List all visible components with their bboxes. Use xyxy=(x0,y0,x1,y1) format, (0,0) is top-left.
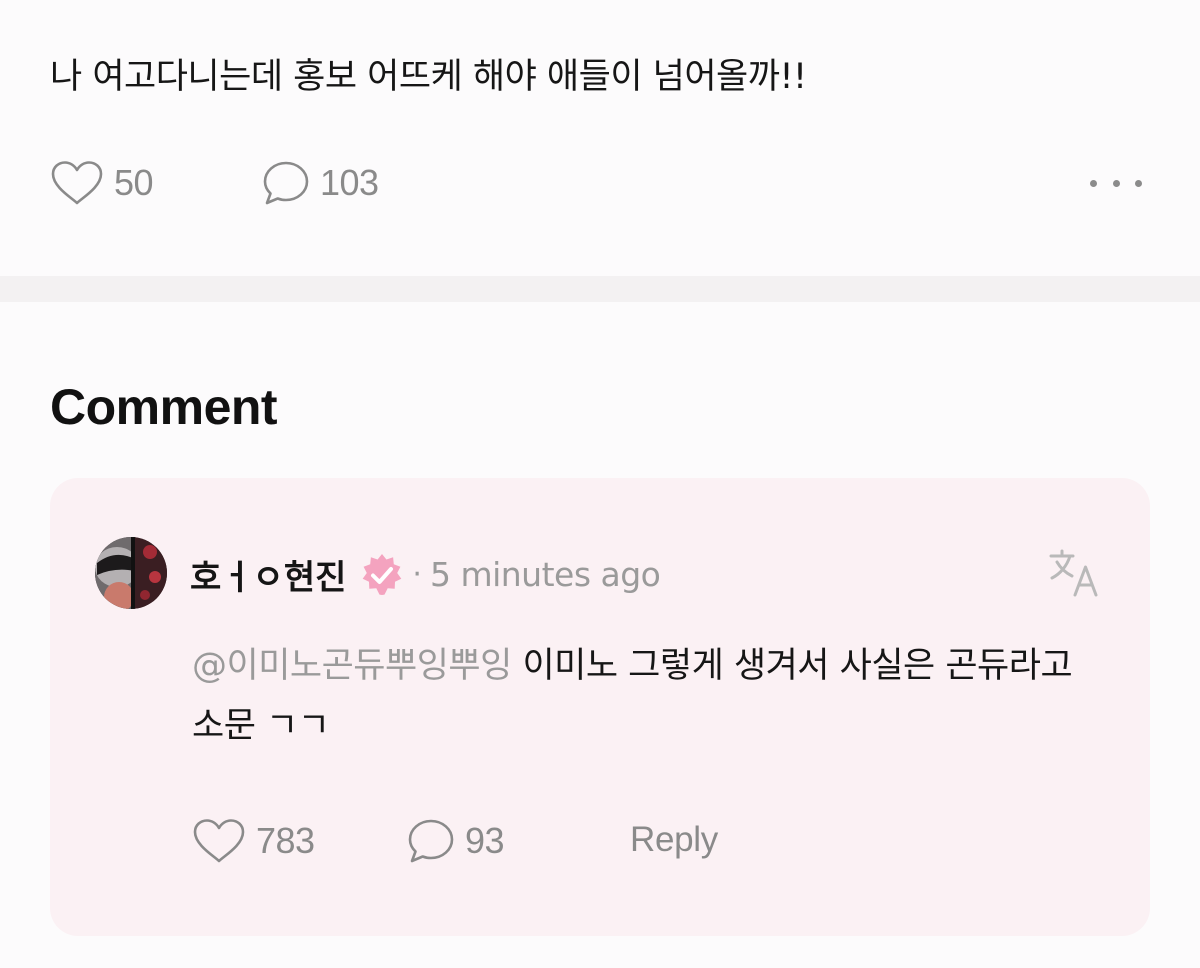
speech-bubble-icon xyxy=(263,161,309,205)
heart-icon xyxy=(51,161,103,205)
translate-button[interactable] xyxy=(1048,548,1102,600)
comment-author-name[interactable]: 호ㅓㅇ현진 xyxy=(190,550,346,599)
comment-actions: 783 93 Reply xyxy=(192,818,892,868)
translate-icon xyxy=(1049,549,1098,597)
post-text: 나 여고다니는데 홍보 어뜨케 해야 애들이 넘어올까!! xyxy=(50,57,807,97)
comment-reply-count: 93 xyxy=(465,820,505,861)
post-comment-button[interactable]: 103 xyxy=(262,160,379,206)
comment-timestamp: 5 minutes ago xyxy=(429,555,661,594)
section-divider xyxy=(0,276,1200,302)
reply-button[interactable]: Reply xyxy=(630,820,718,860)
post-comment-count: 103 xyxy=(320,162,379,203)
comment-body: @이미노곤듀뿌잉뿌잉 이미노 그렇게 생겨서 사실은 곤듀라고 소문 ㄱㄱ xyxy=(192,636,1112,756)
verified-badge-icon xyxy=(360,553,404,597)
comment-mention[interactable]: @이미노곤듀뿌잉뿌잉 xyxy=(192,646,512,686)
post-actions: 50 103 xyxy=(50,160,1150,206)
more-dots-icon xyxy=(1090,179,1097,187)
avatar[interactable] xyxy=(95,537,167,609)
heart-icon xyxy=(193,819,245,863)
comment-section-heading: Comment xyxy=(50,379,278,435)
more-options-button[interactable] xyxy=(1090,168,1142,198)
post-like-button[interactable]: 50 xyxy=(50,160,154,206)
meta-separator: · xyxy=(412,557,422,592)
speech-bubble-icon xyxy=(408,819,454,863)
comment-like-button[interactable]: 783 xyxy=(192,818,315,864)
comment-reply-count-button[interactable]: 93 xyxy=(407,818,505,864)
comment-like-count: 783 xyxy=(256,820,315,861)
post-like-count: 50 xyxy=(114,162,154,203)
comment-author-row: 호ㅓㅇ현진 · 5 minutes ago xyxy=(190,550,661,599)
